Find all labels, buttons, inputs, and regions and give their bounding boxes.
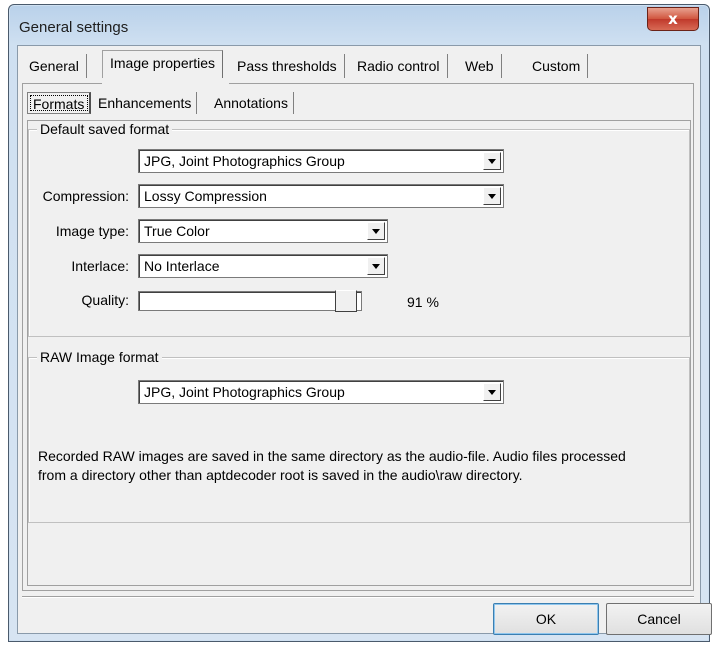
subtab-formats[interactable]: Formats — [27, 92, 92, 114]
image-properties-page: Formats Enhancements Annotations Default… — [22, 84, 694, 591]
title-bar[interactable]: General settings x — [9, 5, 709, 45]
quality-label: Quality: — [81, 292, 129, 308]
close-button[interactable]: x — [647, 7, 699, 31]
close-icon: x — [668, 10, 678, 28]
tab-label: Web — [465, 58, 494, 74]
raw-format-select[interactable]: JPG, Joint Photographics Group — [138, 380, 504, 404]
chevron-down-icon[interactable] — [367, 257, 385, 275]
chevron-down-icon[interactable] — [483, 383, 501, 401]
window-title: General settings — [19, 19, 129, 36]
formats-page: Default saved format JPG, Joint Photogra… — [27, 120, 691, 586]
chevron-down-icon[interactable] — [483, 152, 501, 170]
tab-general[interactable]: General — [22, 54, 87, 78]
tab-custom[interactable]: Custom — [520, 54, 589, 78]
dialog-client: General Image properties Pass thresholds… — [17, 45, 712, 635]
chevron-down-icon[interactable] — [483, 187, 501, 205]
raw-note-line-1: Recorded RAW images are saved in the sam… — [38, 448, 626, 464]
tab-label: Radio control — [357, 58, 440, 74]
default-format-group: Default saved format JPG, Joint Photogra… — [28, 121, 690, 337]
tab-pass-thresholds[interactable]: Pass thresholds — [230, 54, 345, 78]
raw-format-group: RAW Image format JPG, Joint Photographic… — [28, 349, 690, 523]
raw-note-line-2: from a directory other than aptdecoder r… — [38, 467, 523, 483]
image-type-value: True Color — [144, 223, 210, 239]
subtab-label: Formats — [33, 96, 85, 112]
subtab-annotations[interactable]: Annotations — [209, 92, 294, 114]
default-format-value: JPG, Joint Photographics Group — [144, 153, 345, 169]
image-type-select[interactable]: True Color — [138, 219, 388, 243]
cancel-button[interactable]: Cancel — [606, 603, 712, 635]
tab-web[interactable]: Web — [458, 54, 502, 78]
quality-slider-thumb[interactable] — [335, 290, 358, 312]
ok-button[interactable]: OK — [493, 603, 599, 635]
tab-label: Custom — [532, 58, 581, 74]
tab-label: Image properties — [110, 55, 216, 71]
subtab-enhancements[interactable]: Enhancements — [93, 92, 198, 114]
image-type-label: Image type: — [55, 223, 129, 239]
settings-window: General settings x General Image propert… — [8, 4, 712, 642]
interlace-label: Interlace: — [71, 258, 129, 274]
default-format-legend: Default saved format — [37, 121, 173, 137]
raw-format-note: Recorded RAW images are saved in the sam… — [38, 447, 688, 485]
interlace-value: No Interlace — [144, 258, 220, 274]
raw-format-value: JPG, Joint Photographics Group — [144, 384, 345, 400]
tab-label: General — [29, 58, 79, 74]
tab-label: Pass thresholds — [237, 58, 337, 74]
subtab-label: Annotations — [214, 95, 288, 111]
quality-value: 91 % — [407, 294, 439, 310]
default-format-select[interactable]: JPG, Joint Photographics Group — [138, 149, 504, 173]
compression-value: Lossy Compression — [144, 188, 267, 204]
compression-label: Compression: — [42, 188, 129, 204]
tab-radio-control[interactable]: Radio control — [350, 54, 448, 78]
interlace-select[interactable]: No Interlace — [138, 254, 388, 278]
quality-slider-track[interactable] — [138, 291, 362, 311]
chevron-down-icon[interactable] — [367, 222, 385, 240]
raw-format-legend: RAW Image format — [37, 349, 162, 365]
subtab-label: Enhancements — [98, 95, 192, 111]
footer-divider — [22, 596, 694, 598]
compression-select[interactable]: Lossy Compression — [138, 184, 504, 208]
tab-image-properties[interactable]: Image properties — [102, 50, 224, 78]
